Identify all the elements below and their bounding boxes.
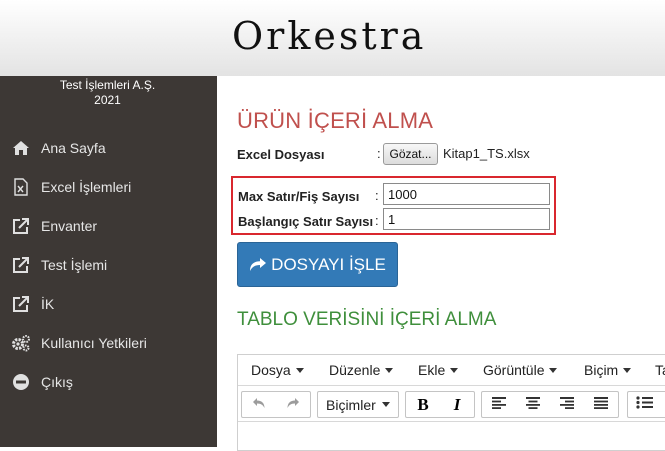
start-row-input[interactable] <box>383 208 550 230</box>
menu-goruntule[interactable]: Görüntüle <box>483 362 558 378</box>
sidebar-item-label: Envanter <box>41 218 98 234</box>
caret-down-icon <box>549 368 558 373</box>
editor-menubar: Dosya Düzenle Ekle Görüntüle Biçim Ta <box>238 355 665 386</box>
bullet-list-button[interactable] <box>628 392 662 417</box>
excel-file-icon <box>10 177 32 197</box>
sidebar: Test İşlemleri A.Ş. 2021 Ana Sayfa Excel… <box>0 76 217 447</box>
colon: : <box>375 188 379 203</box>
max-rows-label: Max Satır/Fiş Sayısı <box>238 189 360 204</box>
formats-group: Biçimler <box>317 391 399 418</box>
menu-dosya[interactable]: Dosya <box>251 362 304 378</box>
undo-button[interactable] <box>242 392 276 417</box>
sidebar-item-ana-sayfa[interactable]: Ana Sayfa <box>10 136 210 160</box>
start-row-label: Başlangıç Satır Sayısı <box>238 214 374 229</box>
formats-label: Biçimler <box>326 396 376 413</box>
process-file-label: DOSYAYI İŞLE <box>271 254 386 274</box>
home-icon <box>10 138 32 158</box>
align-center-icon <box>525 396 541 414</box>
menu-label: Görüntüle <box>483 362 545 378</box>
bold-button[interactable]: B <box>406 392 440 417</box>
rich-text-editor: Dosya Düzenle Ekle Görüntüle Biçim Ta Bi… <box>237 354 665 451</box>
brand-logo: Orkestra <box>232 14 427 58</box>
menu-label: Düzenle <box>329 362 381 378</box>
share-arrow-icon <box>249 257 267 272</box>
redo-icon <box>286 396 300 414</box>
bold-icon: B <box>417 394 429 414</box>
max-rows-input[interactable] <box>383 183 550 205</box>
menu-bicim[interactable]: Biçim <box>584 362 632 378</box>
external-link-icon <box>10 216 32 236</box>
align-center-button[interactable] <box>516 392 550 417</box>
sidebar-item-label: İK <box>41 296 55 312</box>
sidebar-item-label: Ana Sayfa <box>41 140 106 156</box>
editor-toolbar: Biçimler B I <box>238 386 665 422</box>
alignment-group <box>481 391 619 418</box>
menu-label: Ta <box>655 362 665 378</box>
menu-label: Biçim <box>584 362 619 378</box>
redo-button[interactable] <box>276 392 310 417</box>
italic-button[interactable]: I <box>440 392 474 417</box>
external-link-icon <box>10 294 32 314</box>
minus-circle-icon <box>10 372 32 392</box>
sidebar-item-label: Çıkış <box>41 374 73 390</box>
list-group <box>627 391 665 418</box>
sidebar-item-ik[interactable]: İK <box>10 292 210 316</box>
company-info: Test İşlemleri A.Ş. 2021 <box>20 78 195 108</box>
menu-ekle[interactable]: Ekle <box>418 362 459 378</box>
italic-icon: I <box>453 394 461 414</box>
company-name: Test İşlemleri A.Ş. <box>59 78 156 92</box>
menu-label: Ekle <box>418 362 446 378</box>
excel-file-label: Excel Dosyası <box>237 147 325 162</box>
process-file-button[interactable]: DOSYAYI İŞLE <box>237 242 398 287</box>
sidebar-item-envanter[interactable]: Envanter <box>10 214 210 238</box>
align-right-button[interactable] <box>550 392 584 417</box>
sidebar-item-label: Excel İşlemleri <box>41 179 132 195</box>
caret-down-icon <box>381 402 390 407</box>
page-title: ÜRÜN İÇERİ ALMA <box>237 108 434 133</box>
menu-label: Dosya <box>251 362 291 378</box>
align-right-icon <box>559 396 575 414</box>
sidebar-item-cikis[interactable]: Çıkış <box>10 370 210 394</box>
caret-down-icon <box>450 368 459 373</box>
align-left-icon <box>491 396 507 414</box>
caret-down-icon <box>385 368 394 373</box>
sidebar-item-test-islemi[interactable]: Test İşlemi <box>10 253 210 277</box>
caret-down-icon <box>295 368 304 373</box>
sidebar-item-label: Test İşlemi <box>41 257 108 273</box>
align-justify-button[interactable] <box>584 392 618 417</box>
align-left-button[interactable] <box>482 392 516 417</box>
bullet-list-icon <box>636 395 654 414</box>
top-header: Orkestra <box>0 0 665 77</box>
history-group <box>241 391 311 418</box>
menu-duzenle[interactable]: Düzenle <box>329 362 394 378</box>
text-style-group: B I <box>405 391 475 418</box>
company-year: 2021 <box>94 93 121 107</box>
main-content: ÜRÜN İÇERİ ALMA Excel Dosyası : Gözat...… <box>217 76 665 451</box>
cogs-icon <box>10 333 32 353</box>
menu-tablo[interactable]: Ta <box>655 362 665 378</box>
browse-button[interactable]: Gözat... <box>383 143 438 165</box>
sidebar-item-label: Kullanıcı Yetkileri <box>41 335 147 351</box>
colon: : <box>375 213 379 228</box>
caret-down-icon <box>623 368 632 373</box>
selected-file-name: Kitap1_TS.xlsx <box>443 146 530 161</box>
undo-icon <box>252 396 266 414</box>
sidebar-item-kullanici-yetkileri[interactable]: Kullanıcı Yetkileri <box>10 331 210 355</box>
colon: : <box>377 146 381 161</box>
formats-dropdown[interactable]: Biçimler <box>318 392 398 417</box>
align-justify-icon <box>593 396 609 414</box>
sidebar-item-excel-islemleri[interactable]: Excel İşlemleri <box>10 175 210 199</box>
section-title: TABLO VERİSİNİ İÇERİ ALMA <box>237 309 497 330</box>
external-link-icon <box>10 255 32 275</box>
